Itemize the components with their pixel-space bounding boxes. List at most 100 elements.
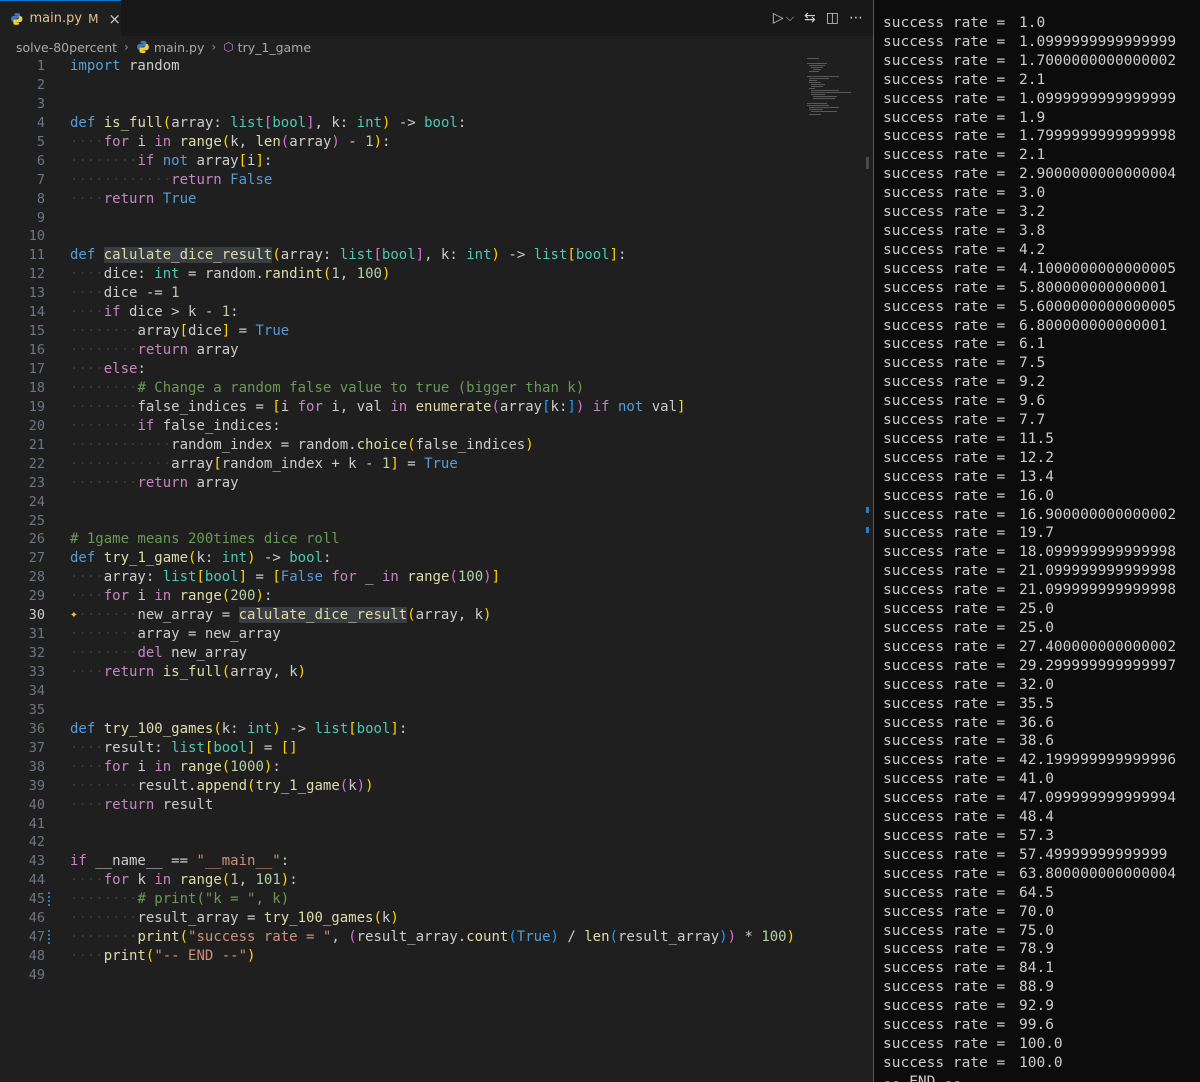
code-line[interactable]: 35	[0, 701, 800, 720]
code-text: ····for i in range(200):	[70, 587, 272, 606]
code-line[interactable]: 28 ····array: list[bool] = [False for _ i…	[0, 568, 800, 587]
breadcrumb-file[interactable]: main.py	[154, 40, 205, 55]
code-line[interactable]: 15 ········array[dice] = True	[0, 322, 800, 341]
output-label: success rate =	[883, 903, 1014, 920]
code-token: (	[162, 114, 172, 131]
code-line[interactable]: 26 # 1game means 200times dice roll	[0, 530, 800, 549]
code-line[interactable]: 33 ····return is_full(array, k)	[0, 663, 800, 682]
line-number: 19	[28, 398, 45, 415]
code-line[interactable]: 7 ············return False	[0, 171, 800, 190]
terminal-line: success rate = 35.5	[883, 695, 1176, 714]
vertical-scrollbar[interactable]	[862, 57, 873, 1082]
code-token: ]	[491, 569, 501, 586]
code-line[interactable]: 20 ········if false_indices:	[0, 417, 800, 436]
output-value: 21.099999999999998	[1019, 582, 1177, 599]
code-line[interactable]: 5 ····for i in range(k, len(array) - 1):	[0, 133, 800, 152]
code-token: /	[558, 929, 585, 946]
code-line[interactable]: 17 ····else:	[0, 360, 800, 379]
code-line[interactable]: 49	[0, 966, 800, 985]
output-label: success rate =	[883, 52, 1014, 69]
code-line[interactable]: 36 def try_100_games(k: int) -> list[bool…	[0, 720, 800, 739]
code-line[interactable]: 18 ········# Change a random false value …	[0, 379, 800, 398]
code-line[interactable]: 16 ········return array	[0, 341, 800, 360]
tab-main-py[interactable]: main.py M ×	[0, 0, 121, 36]
output-label: success rate =	[883, 487, 1014, 504]
code-token: True	[255, 323, 290, 340]
code-line[interactable]: 45 ········# print("k = ", k)	[0, 890, 800, 909]
terminal-line: success rate = 78.9	[883, 940, 1176, 959]
code-line[interactable]: 14 ····if dice > k - 1:	[0, 303, 800, 322]
split-editor-icon[interactable]: ◫	[826, 10, 839, 26]
code-line[interactable]: 3	[0, 95, 800, 114]
code-editor[interactable]: main.py M × ▷ ⌵ ⇆ ◫ ⋯ solve-80percent › …	[0, 0, 873, 1082]
code-text: # 1game means 200times dice roll	[70, 530, 340, 549]
code-line[interactable]: 1 import random	[0, 57, 800, 76]
terminal-output[interactable]: success rate = 1.0 success rate = 1.09999…	[874, 0, 1200, 1082]
code-text: ····for i in range(k, len(array) - 1):	[70, 133, 390, 152]
code-token: ············	[70, 171, 172, 188]
code-line[interactable]: 23 ········return array	[0, 474, 800, 493]
minimap[interactable]	[805, 57, 857, 117]
gutter-change-marker[interactable]	[48, 930, 50, 946]
code-line[interactable]: 39 ········result.append(try_1_game(k))	[0, 777, 800, 796]
code-area[interactable]: 1 import random 2 3 4 def is_full(array: list…	[0, 57, 800, 985]
code-line[interactable]: 13 ····dice -= 1	[0, 284, 800, 303]
code-line[interactable]: 32 ········del new_array	[0, 644, 800, 663]
code-line[interactable]: 40 ····return result	[0, 796, 800, 815]
code-line[interactable]: 41	[0, 815, 800, 834]
code-line[interactable]: 21 ············random_index = random.choi…	[0, 436, 800, 455]
code-line[interactable]: 30 ········new_array = calulate_dice_resu…	[0, 606, 800, 625]
code-line[interactable]: 27 def try_1_game(k: int) -> bool:	[0, 549, 800, 568]
code-token: bool	[204, 569, 239, 586]
output-label: success rate =	[883, 166, 1014, 183]
code-line[interactable]: 11 def calulate_dice_result(array: list[b…	[0, 246, 800, 265]
code-line[interactable]: 25	[0, 512, 800, 531]
code-token: [	[196, 569, 205, 586]
tab-filename: main.py	[29, 11, 83, 26]
code-line[interactable]: 31 ········array = new_array	[0, 625, 800, 644]
code-line[interactable]: 37 ····result: list[bool] = []	[0, 739, 800, 758]
code-line[interactable]: 38 ····for i in range(1000):	[0, 758, 800, 777]
terminal-line: success rate = 4.2	[883, 241, 1176, 260]
code-line[interactable]: 47 ········print("success rate = ", (resu…	[0, 928, 800, 947]
code-line[interactable]: 42	[0, 833, 800, 852]
code-token: (	[407, 607, 416, 624]
close-icon[interactable]: ×	[108, 10, 121, 28]
code-token: ········	[70, 417, 138, 434]
output-value: 9.2	[1019, 374, 1046, 391]
code-token: (	[179, 929, 189, 946]
code-token: ····	[70, 948, 104, 965]
code-token: ]	[567, 398, 576, 415]
line-number: 16	[28, 342, 45, 359]
code-line[interactable]: 6 ········if not array[i]:	[0, 152, 800, 171]
chevron-down-icon[interactable]: ⌵	[786, 11, 794, 25]
code-line[interactable]: 4 def is_full(array: list[bool], k: int) …	[0, 114, 800, 133]
breadcrumb-folder[interactable]: solve-80percent	[16, 40, 117, 55]
gutter-change-marker[interactable]	[48, 892, 50, 908]
more-actions-icon[interactable]: ⋯	[849, 10, 863, 26]
code-line[interactable]: 9	[0, 209, 800, 228]
code-line[interactable]: 48 ····print("-- END --")	[0, 947, 800, 966]
code-line[interactable]: 24	[0, 493, 800, 512]
terminal-line: success rate = 5.6000000000000005	[883, 298, 1176, 317]
code-line[interactable]: 2	[0, 76, 800, 95]
breadcrumb-symbol[interactable]: try_1_game	[238, 40, 311, 55]
code-token: def	[70, 247, 96, 264]
code-line[interactable]: 19 ········false_indices = [i for i, val …	[0, 398, 800, 417]
code-token: ····	[70, 588, 104, 605]
code-line[interactable]: 34	[0, 682, 800, 701]
code-token: array:	[280, 247, 340, 264]
compare-changes-icon[interactable]: ⇆	[804, 10, 816, 26]
code-line[interactable]: 44 ····for k in range(1, 101):	[0, 871, 800, 890]
run-icon[interactable]: ▷	[773, 10, 784, 26]
code-line[interactable]: 12 ····dice: int = random.randint(1, 100)	[0, 265, 800, 284]
code-line[interactable]: 22 ············array[random_index + k - 1…	[0, 455, 800, 474]
code-line[interactable]: 8 ····return True	[0, 190, 800, 209]
code-line[interactable]: 43 if __name__ == "__main__":	[0, 852, 800, 871]
code-line[interactable]: 46 ········result_array = try_100_games(k…	[0, 909, 800, 928]
code-line[interactable]: 10	[0, 227, 800, 246]
code-token: k:	[196, 550, 222, 567]
code-line[interactable]: 29 ····for i in range(200):	[0, 587, 800, 606]
sparkle-icon[interactable]: ✦	[70, 606, 78, 625]
